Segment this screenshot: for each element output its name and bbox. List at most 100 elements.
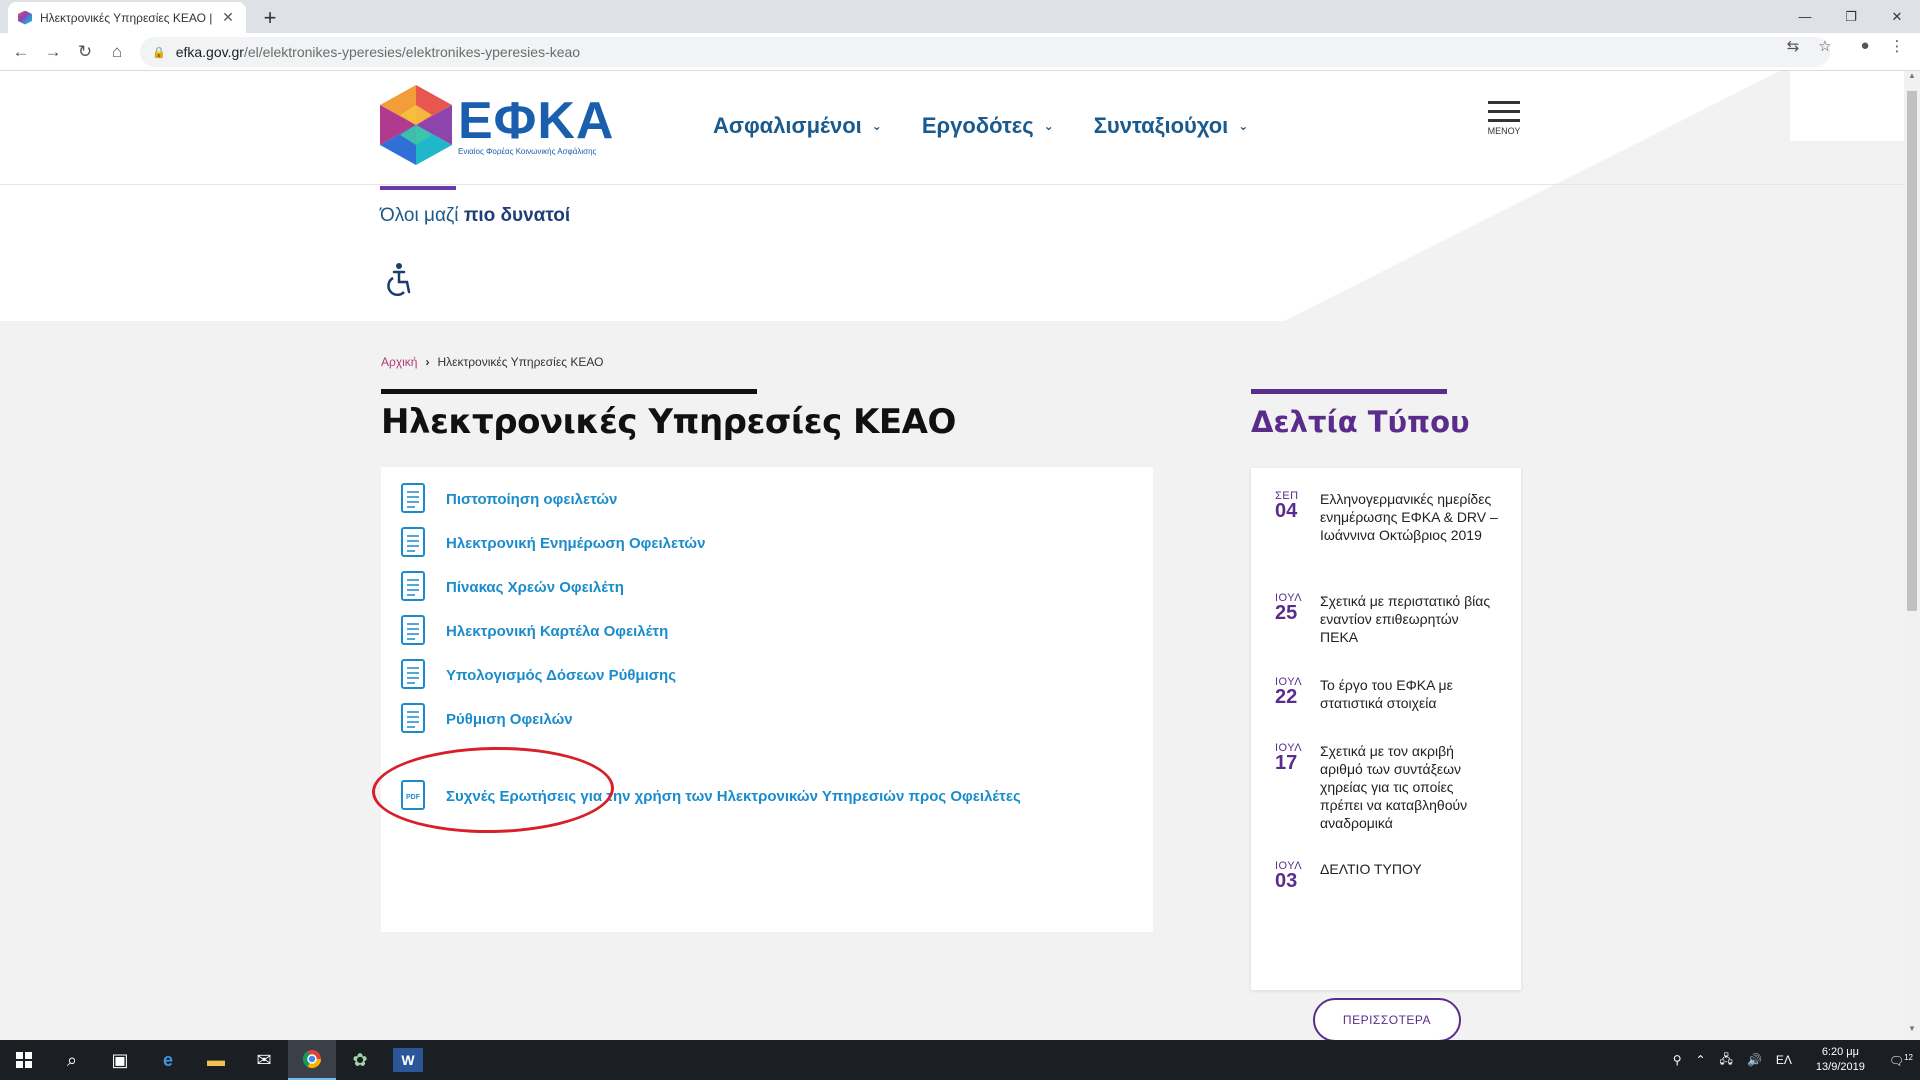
services-panel: Πιστοποίηση οφειλετών Ηλεκτρονική Ενημέρ… (381, 467, 1153, 932)
header-corner-box (1790, 71, 1904, 141)
network-icon[interactable]: 🖧 (1713, 1050, 1740, 1071)
press-item[interactable]: ΙΟΥΛ 22 Το έργο του ΕΦΚΑ με στατιστικά στ… (1275, 676, 1505, 712)
press-date: ΣΕΠ 04 (1275, 490, 1320, 544)
search-icon[interactable]: ⌕ (48, 1040, 96, 1080)
profile-avatar-icon[interactable]: ● (1854, 37, 1876, 54)
browser-tabbar: Ηλεκτρονικές Υπηρεσίες ΚΕΑΟ | ✕ + — ❐ ✕ (0, 0, 1920, 33)
chevron-down-icon: ⌄ (1238, 119, 1249, 133)
press-date: ΙΟΥΛ 22 (1275, 676, 1320, 712)
accessibility-icon[interactable] (384, 262, 414, 298)
header-divider (0, 184, 1904, 185)
scroll-up-icon[interactable]: ▲ (1904, 71, 1920, 87)
press-date: ΙΟΥΛ 17 (1275, 742, 1320, 832)
press-text: ΔΕΛΤΙΟ ΤΥΠΟΥ (1320, 861, 1422, 877)
nav-insured-label: Ασφαλισμένοι (713, 113, 862, 138)
browser-toolbar: ← → ↻ ⌂ 🔒 efka.gov.gr/el/elektronikes-yp… (0, 33, 1920, 71)
press-text: Το έργο του ΕΦΚΑ με στατιστικά στοιχεία (1320, 677, 1453, 711)
forward-arrow-icon[interactable]: → (40, 40, 66, 64)
menu-button[interactable]: ΜΕΝΟΥ (1482, 101, 1526, 136)
app-icon[interactable]: ✿ (336, 1040, 384, 1080)
people-icon[interactable]: ⚲ (1666, 1053, 1689, 1067)
minimize-button[interactable]: — (1782, 0, 1828, 33)
clock[interactable]: 6:20 μμ 13/9/2019 (1799, 1045, 1882, 1075)
page-scrollbar[interactable]: ▲ ▼ (1904, 71, 1920, 1040)
press-day: 25 (1275, 602, 1298, 624)
press-text: Σχετικά με περιστατικό βίας εναντίον επι… (1320, 593, 1491, 645)
translate-icon[interactable]: ⇆ (1782, 37, 1804, 55)
service-link-debtor-debts-table[interactable]: Πίνακας Χρεών Οφειλέτη (399, 567, 624, 607)
service-label: Υπολογισμός Δόσεων Ρύθμισης (446, 666, 676, 684)
service-link-debt-settlement[interactable]: Ρύθμιση Οφειλών (399, 699, 573, 739)
tagline-accent-bar (380, 186, 456, 190)
press-releases-panel: ΣΕΠ 04 Ελληνογερμανικές ημερίδες ενημέρωσ… (1251, 468, 1521, 1040)
press-date: ΙΟΥΛ 03 (1275, 860, 1320, 892)
tab-close-button[interactable]: ✕ (220, 9, 236, 26)
notifications-icon[interactable]: 🗨12 (1882, 1053, 1920, 1068)
task-view-icon[interactable]: ▣ (96, 1040, 144, 1080)
efka-logo[interactable]: ΕΦΚΑ Ενιαίος Φορέας Κοινωνικής Ασφάλισης (380, 85, 614, 165)
scrollbar-thumb[interactable] (1907, 91, 1917, 611)
document-icon (401, 615, 425, 645)
menu-label: ΜΕΝΟΥ (1487, 126, 1521, 136)
press-item[interactable]: ΙΟΥΛ 03 ΔΕΛΤΙΟ ΤΥΠΟΥ (1275, 860, 1505, 892)
restore-button[interactable]: ❐ (1828, 0, 1874, 33)
bookmark-star-icon[interactable]: ☆ (1814, 37, 1836, 55)
hamburger-icon (1482, 101, 1526, 122)
service-label: Πίνακας Χρεών Οφειλέτη (446, 578, 624, 596)
service-link-installment-calculation[interactable]: Υπολογισμός Δόσεων Ρύθμισης (399, 655, 676, 695)
nav-employers-label: Εργοδότες (921, 113, 1034, 138)
service-link-debtor-certification[interactable]: Πιστοποίηση οφειλετών (399, 479, 617, 519)
press-text: Ελληνογερμανικές ημερίδες ενημέρωσης ΕΦΚ… (1320, 491, 1498, 543)
press-day: 22 (1275, 686, 1298, 708)
home-icon[interactable]: ⌂ (104, 40, 130, 64)
service-link-debtor-electronic-card[interactable]: Ηλεκτρονική Καρτέλα Οφειλέτη (399, 611, 668, 651)
chevron-down-icon: ⌄ (871, 119, 882, 133)
nav-employers[interactable]: Εργοδότες ⌄ (922, 113, 1054, 139)
service-link-electronic-debtor-notification[interactable]: Ηλεκτρονική Ενημέρωση Οφειλετών (399, 523, 705, 563)
nav-pensioners[interactable]: Συνταξιούχοι ⌄ (1094, 113, 1249, 139)
new-tab-button[interactable]: + (258, 5, 282, 31)
press-day: 03 (1275, 870, 1298, 892)
volume-icon[interactable]: 🔊 (1740, 1053, 1769, 1067)
windows-taskbar: ⌕ ▣ e ▬ ✉ ✿ W ⚲ ⌃ 🖧 🔊 ΕΛ 6:20 μμ 13/9/201… (0, 1040, 1920, 1080)
press-item[interactable]: ΣΕΠ 04 Ελληνογερμανικές ημερίδες ενημέρωσ… (1275, 490, 1505, 544)
clock-time: 6:20 μμ (1821, 1046, 1859, 1058)
windows-start-icon[interactable] (0, 1040, 48, 1080)
breadcrumb-home-link[interactable]: Αρχική (381, 355, 417, 369)
press-item[interactable]: ΙΟΥΛ 25 Σχετικά με περιστατικό βίας εναντ… (1275, 592, 1505, 646)
press-day: 17 (1275, 752, 1298, 774)
kebab-menu-icon[interactable]: ⋮ (1886, 37, 1908, 55)
back-arrow-icon[interactable]: ← (8, 40, 34, 64)
lock-icon: 🔒 (152, 46, 166, 59)
file-explorer-icon[interactable]: ▬ (192, 1040, 240, 1080)
system-tray: ⚲ ⌃ 🖧 🔊 ΕΛ 6:20 μμ 13/9/2019 🗨12 (1666, 1040, 1920, 1080)
reload-icon[interactable]: ↻ (72, 40, 98, 64)
notification-count: 12 (1904, 1052, 1913, 1062)
more-press-button[interactable]: ΠΕΡΙΣΣΟΤΕΡΑ (1313, 998, 1461, 1040)
tab-title: Ηλεκτρονικές Υπηρεσίες ΚΕΑΟ | (40, 10, 213, 25)
tagline-bold: πιο δυνατοί (463, 205, 571, 226)
close-window-button[interactable]: ✕ (1874, 0, 1920, 33)
nav-pensioners-label: Συνταξιούχοι (1093, 113, 1229, 138)
word-icon[interactable]: W (393, 1048, 423, 1072)
press-accent-bar (1251, 389, 1447, 394)
nav-insured[interactable]: Ασφαλισμένοι ⌄ (713, 113, 882, 139)
tagline-normal: Όλοι μαζί (380, 205, 464, 226)
chrome-icon[interactable] (288, 1040, 336, 1080)
tagline: Όλοι μαζί πιο δυνατοί (380, 205, 570, 227)
document-icon (401, 527, 425, 557)
chevron-up-icon[interactable]: ⌃ (1688, 1053, 1712, 1067)
efka-favicon-icon (18, 10, 32, 25)
breadcrumb: Αρχική › Ηλεκτρονικές Υπηρεσίες ΚΕΑΟ (381, 355, 603, 369)
chevron-down-icon: ⌄ (1043, 119, 1054, 133)
edge-browser-icon[interactable]: e (144, 1040, 192, 1080)
mail-icon[interactable]: ✉ (240, 1040, 288, 1080)
address-bar[interactable]: 🔒 efka.gov.gr/el/elektronikes-yperesies/… (140, 37, 1830, 67)
browser-tab[interactable]: Ηλεκτρονικές Υπηρεσίες ΚΕΑΟ | ✕ (8, 2, 246, 33)
scroll-down-icon[interactable]: ▼ (1904, 1024, 1920, 1040)
press-item[interactable]: ΙΟΥΛ 17 Σχετικά με τον ακριβή αριθμό των … (1275, 742, 1505, 832)
efka-logo-mark-icon (380, 85, 452, 165)
language-indicator[interactable]: ΕΛ (1769, 1053, 1799, 1067)
page-title: Ηλεκτρονικές Υπηρεσίες ΚΕΑΟ (381, 402, 956, 442)
logo-text-block: ΕΦΚΑ Ενιαίος Φορέας Κοινωνικής Ασφάλισης (458, 95, 614, 156)
